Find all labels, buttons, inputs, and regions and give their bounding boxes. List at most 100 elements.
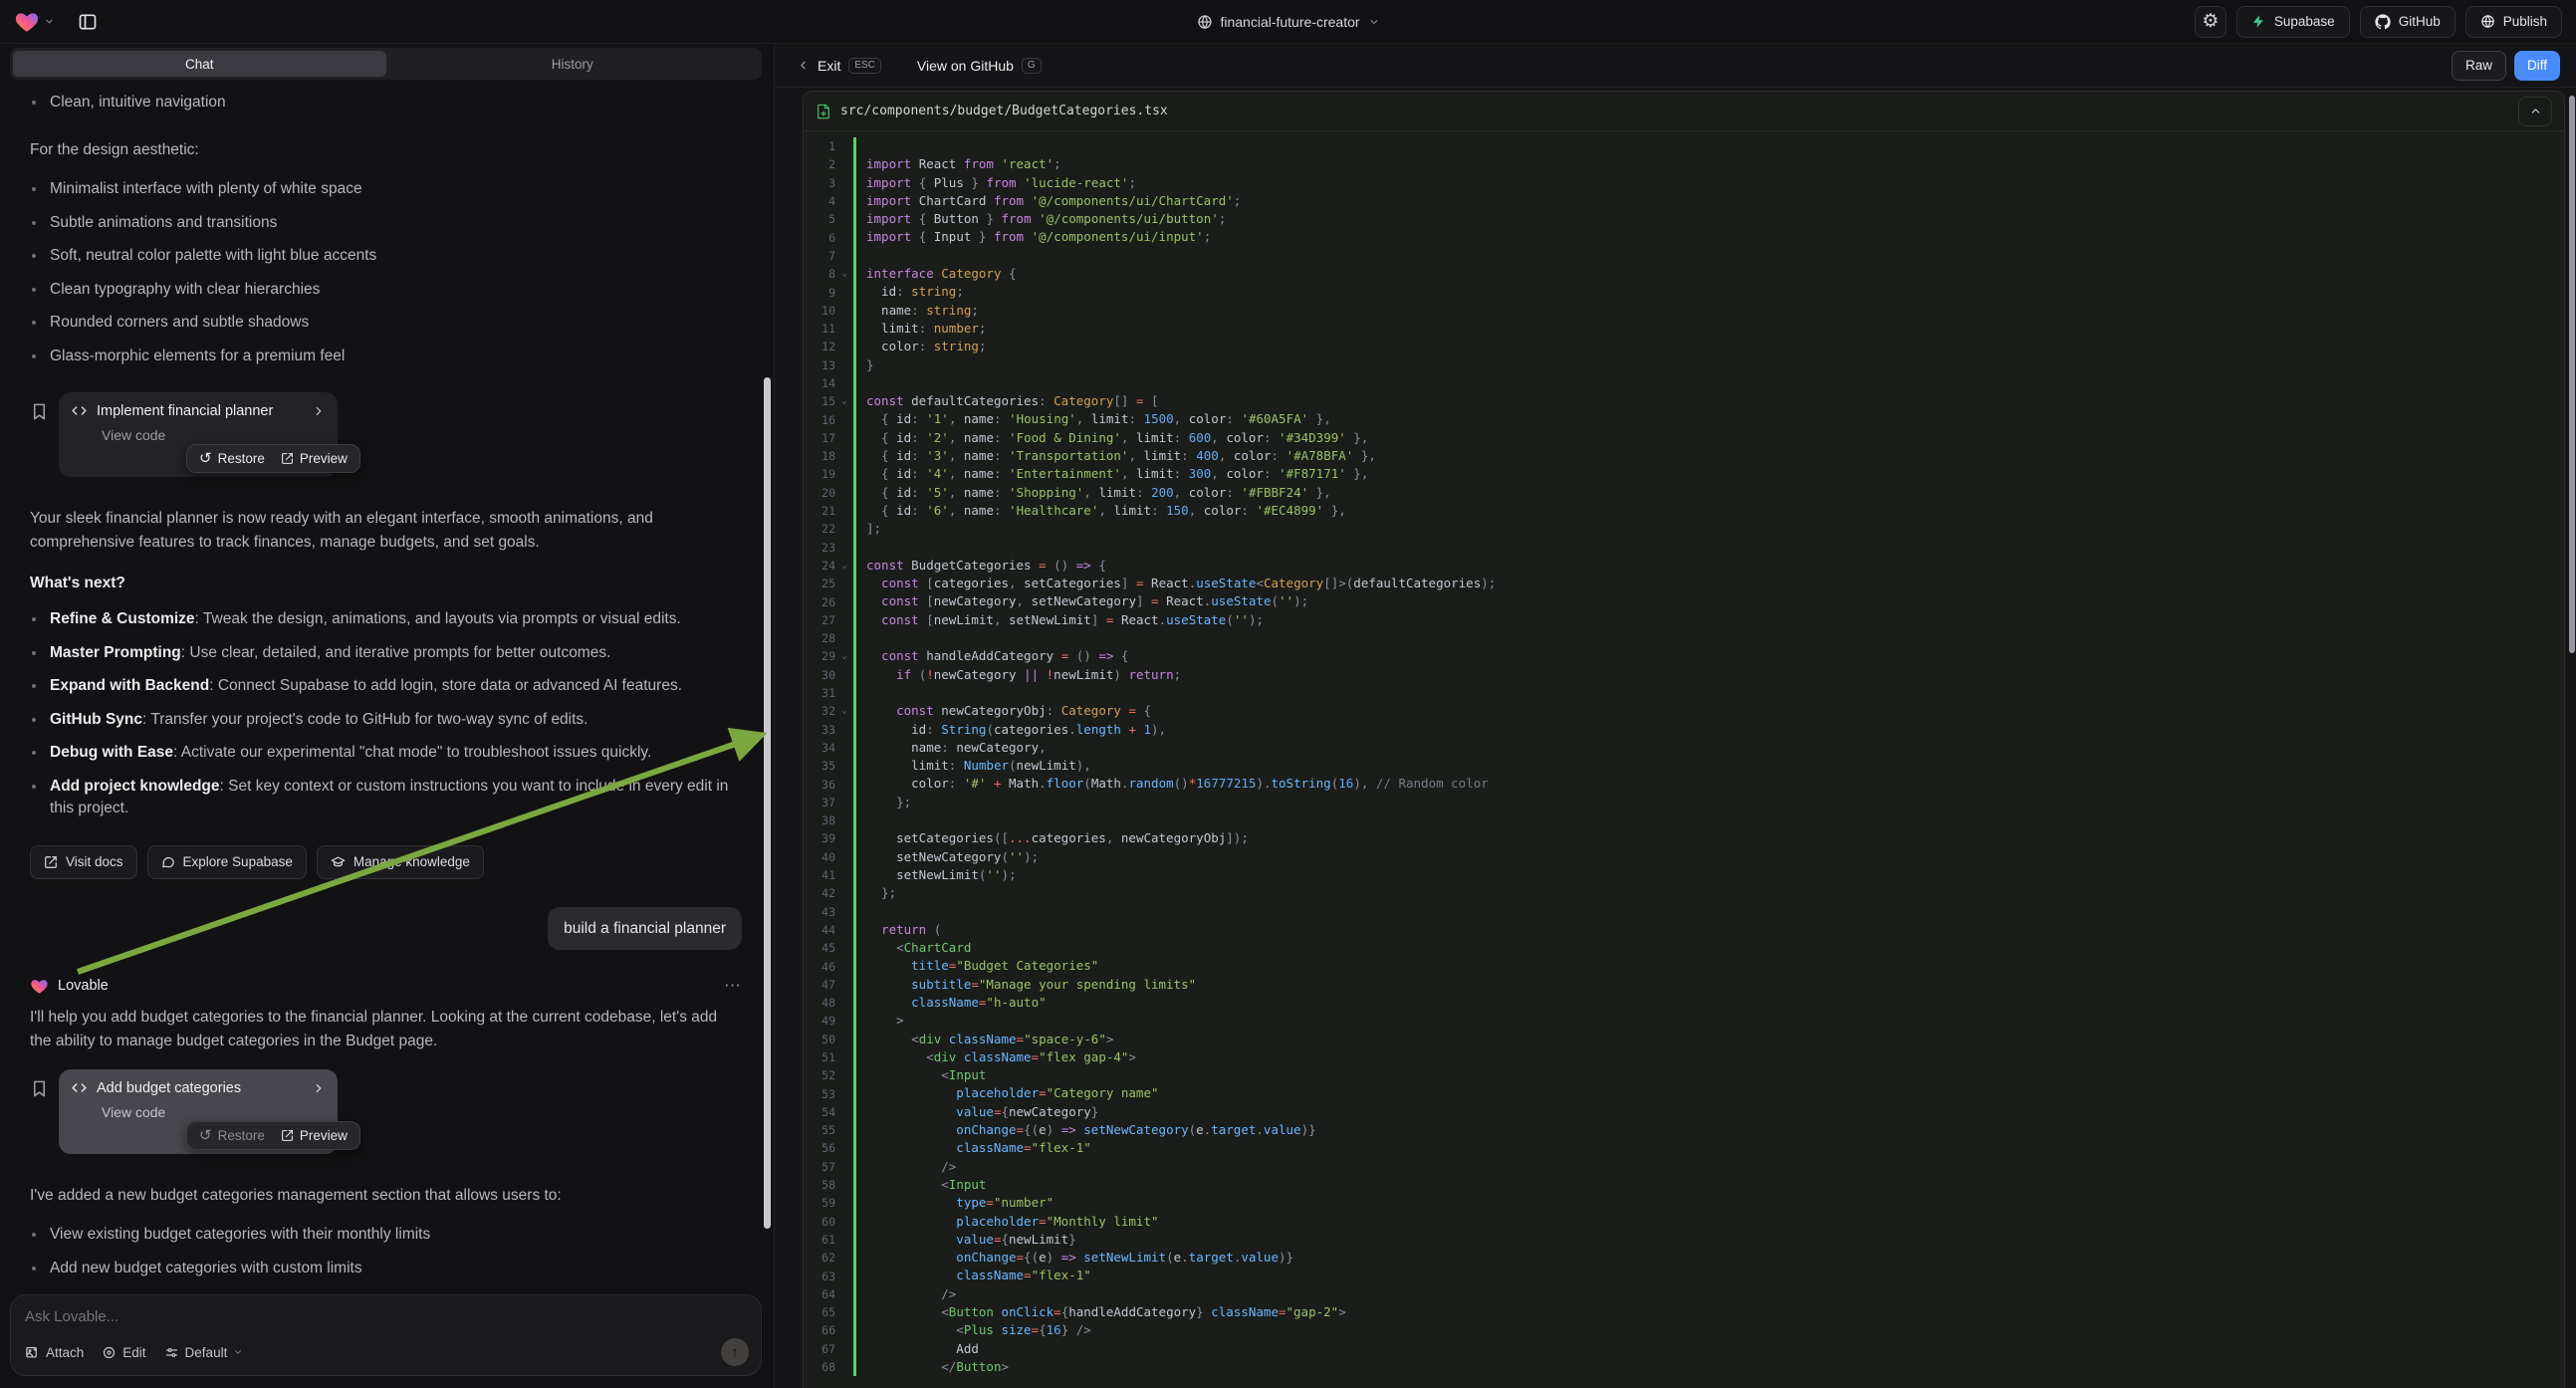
ready-paragraph: Your sleek financial planner is now read… — [30, 507, 727, 555]
list-item: Minimalist interface with plenty of whit… — [30, 178, 742, 200]
fold-toggle[interactable]: ⌄ — [835, 647, 853, 665]
github-button[interactable]: GitHub — [2360, 6, 2456, 38]
line-number: 38 — [804, 813, 835, 827]
code-line: 52 <Input — [804, 1066, 2564, 1084]
chevron-up-icon — [2529, 105, 2542, 117]
supabase-button[interactable]: Supabase — [2236, 6, 2350, 38]
code-line: 13} — [804, 356, 2564, 374]
line-number: 30 — [804, 668, 835, 682]
line-number: 45 — [804, 941, 835, 955]
code-line: 11 limit: number; — [804, 320, 2564, 338]
collapse-file-button[interactable] — [2518, 97, 2552, 126]
code-line: 37 }; — [804, 794, 2564, 811]
edit-mode-button[interactable]: Edit — [102, 1345, 145, 1360]
version-title: Implement financial planner — [97, 403, 303, 419]
chat-scrollbar-thumb[interactable] — [764, 377, 771, 1229]
sidebar-toggle-button[interactable] — [73, 7, 103, 37]
list-item: Subtle animations and transitions — [30, 212, 742, 234]
settings-button[interactable]: ⚙ — [2195, 6, 2226, 38]
line-number: 59 — [804, 1196, 835, 1210]
diff-toggle-button[interactable]: Diff — [2514, 51, 2560, 81]
code-line: 66 <Plus size={16} /> — [804, 1321, 2564, 1339]
g-kbd-badge: G — [1022, 58, 1042, 74]
explore-supabase-button[interactable]: Explore Supabase — [147, 845, 307, 879]
manage-knowledge-button[interactable]: Manage knowledge — [317, 845, 484, 879]
line-number: 9 — [804, 286, 835, 300]
aesthetic-heading: For the design aesthetic: — [30, 138, 742, 162]
file-path: src/components/budget/BudgetCategories.t… — [840, 104, 1168, 118]
version-card-add-budget-categories[interactable]: Add budget categories View code ↺Restore… — [59, 1069, 338, 1154]
tab-chat[interactable]: Chat — [13, 51, 386, 77]
line-number: 36 — [804, 778, 835, 792]
message-menu-button[interactable]: ⋯ — [724, 976, 742, 996]
chevron-left-icon — [797, 59, 810, 72]
line-number: 4 — [804, 194, 835, 208]
code-line: 48 className="h-auto" — [804, 994, 2564, 1012]
lovable-logo-menu[interactable] — [14, 9, 55, 35]
code-line: 45 <ChartCard — [804, 939, 2564, 957]
line-number: 61 — [804, 1233, 835, 1247]
code-line: 29⌄ const handleAddCategory = () => { — [804, 647, 2564, 665]
code-line: 41 setNewLimit(''); — [804, 866, 2564, 884]
exit-button[interactable]: Exit ESC — [791, 58, 887, 74]
code-line: 27 const [newLimit, setNewLimit] = React… — [804, 611, 2564, 629]
model-default-dropdown[interactable]: Default — [164, 1345, 244, 1360]
code-line: 8⌄interface Category { — [804, 265, 2564, 283]
publish-globe-icon — [2480, 14, 2495, 29]
line-number: 13 — [804, 358, 835, 372]
line-number: 46 — [804, 960, 835, 974]
restore-button[interactable]: ↺Restore — [199, 451, 265, 466]
line-number: 14 — [804, 376, 835, 390]
line-number: 12 — [804, 340, 835, 353]
raw-toggle-button[interactable]: Raw — [2452, 51, 2506, 81]
list-item: Glass-morphic elements for a premium fee… — [30, 346, 742, 367]
file-header-row[interactable]: src/components/budget/BudgetCategories.t… — [804, 92, 2564, 131]
send-button[interactable]: ↑ — [721, 1338, 749, 1366]
list-item: Debug with Ease: Activate our experiment… — [30, 742, 742, 764]
view-on-github-button[interactable]: View on GitHub G — [911, 58, 1048, 74]
list-item: Rounded corners and subtle shadows — [30, 312, 742, 334]
preview-button[interactable]: Preview — [281, 1128, 348, 1143]
line-number: 29 — [804, 649, 835, 663]
line-number: 23 — [804, 541, 835, 555]
preview-button[interactable]: Preview — [281, 451, 348, 466]
visit-docs-button[interactable]: Visit docs — [30, 845, 137, 879]
code-line: 50 <div className="space-y-6"> — [804, 1031, 2564, 1048]
line-number: 34 — [804, 741, 835, 755]
tab-history[interactable]: History — [386, 51, 760, 77]
line-number: 5 — [804, 212, 835, 226]
code-line: 38 — [804, 811, 2564, 829]
code-line: 64 /> — [804, 1285, 2564, 1303]
publish-button[interactable]: Publish — [2465, 6, 2562, 38]
code-line: 43 — [804, 902, 2564, 920]
view-code-link[interactable]: View code — [102, 427, 326, 443]
code-line: 61 value={newLimit} — [804, 1231, 2564, 1249]
line-number: 60 — [804, 1215, 835, 1229]
top-bullet-list: Clean, intuitive navigation — [30, 92, 742, 124]
line-number: 50 — [804, 1033, 835, 1046]
fold-toggle[interactable]: ⌄ — [835, 557, 853, 575]
version-card-implement-financial-planner[interactable]: Implement financial planner View code ↺R… — [59, 392, 338, 477]
code-line: 15⌄const defaultCategories: Category[] =… — [804, 392, 2564, 410]
project-switcher[interactable]: financial-future-creator — [1196, 0, 1379, 44]
chat-panel: Chat History Clean, intuitive navigation… — [0, 44, 774, 1388]
fold-toggle[interactable]: ⌄ — [835, 265, 853, 283]
chat-history-tabs: Chat History — [10, 48, 762, 80]
code-line: 18 { id: '3', name: 'Transportation', li… — [804, 447, 2564, 465]
app-window: financial-future-creator ⚙ Supabase GitH… — [0, 0, 2576, 1388]
chat-input[interactable]: Ask Lovable... — [25, 1308, 747, 1325]
top-bar: financial-future-creator ⚙ Supabase GitH… — [0, 0, 2576, 44]
fold-toggle[interactable]: ⌄ — [835, 702, 853, 720]
chat-composer[interactable]: Ask Lovable... Attach Edit Default ↑ — [10, 1294, 762, 1376]
code-line: 59 type="number" — [804, 1194, 2564, 1212]
whats-next-heading: What's next? — [30, 575, 742, 592]
view-code-link[interactable]: View code — [102, 1104, 326, 1120]
line-number: 35 — [804, 759, 835, 773]
fold-toggle[interactable]: ⌄ — [835, 392, 853, 410]
restore-button-disabled[interactable]: ↺Restore — [199, 1128, 265, 1143]
line-number: 68 — [804, 1360, 835, 1374]
attach-button[interactable]: Attach — [25, 1345, 84, 1360]
chat-scroll-area[interactable]: Clean, intuitive navigation For the desi… — [0, 84, 760, 1284]
window-scrollbar-thumb[interactable] — [2569, 96, 2575, 653]
line-number: 27 — [804, 613, 835, 627]
